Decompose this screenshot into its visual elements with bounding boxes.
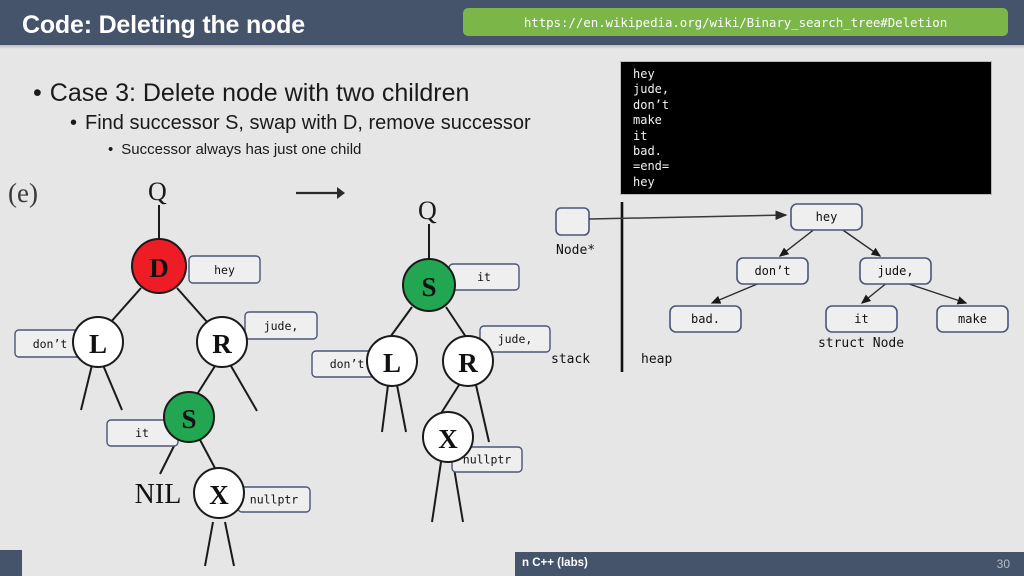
footer-page-number: 30 [996,557,1010,571]
bullet-level-1: • Case 3: Delete node with two children [33,79,469,108]
bullet-marker-icon: • [33,79,42,107]
tag-text: don’t [330,357,365,371]
heap-node-label: don’t [754,264,790,278]
pointer-arrow [588,210,788,221]
bullet-level-3: • Successor always has just one child [108,141,361,158]
tree-before-root-pointer-label: Q [148,177,167,206]
heap-node-make: make [936,305,1009,333]
tag-text: it [477,270,491,284]
bullet-level-3-text: Successor always has just one child [121,141,362,158]
tag-text: jude, [498,332,533,346]
node-label: D [149,253,169,283]
stack-label: stack [551,352,590,367]
bullet-marker-icon: • [70,112,78,134]
heap-node-bad: bad. [669,305,742,333]
header-shadow [0,45,1024,49]
terminal-line: bad. [633,144,662,159]
tree-after-tag-jude: jude, [479,325,551,353]
pointer-type-label: Node* [556,243,595,258]
tag-text: jude, [264,319,299,333]
tag-text: it [135,426,149,440]
tree-before-tag-nullptr: nullptr [237,486,311,513]
heap-node-jude: jude, [859,257,932,285]
heap-node-label: bad. [691,312,720,326]
tree-before-node-L: L [72,316,124,368]
footer-left-accent [0,550,22,576]
tree-before-node-D: D [131,238,187,294]
tree-after-root-pointer-label: Q [418,196,437,225]
tree-before-tag-dont: don’t [14,329,86,358]
bullet-marker-icon: • [108,141,114,158]
tag-text: nullptr [250,493,299,507]
node-label: R [458,348,478,378]
heap-label: heap [641,352,672,367]
tree-before-node-R: R [196,316,248,368]
node-label: S [181,404,196,434]
tree-before-node-S: S [163,391,215,443]
step-label: (e) [8,178,38,208]
footer-course-label: n C++ (labs) [522,557,588,569]
heap-node-label: hey [816,210,838,224]
tree-before-tag-it: it [106,419,179,447]
stack-pointer-box [555,207,590,236]
terminal-line: it [633,128,648,143]
tree-after-tag-it: it [448,263,520,291]
node-label: R [212,329,232,359]
heap-node-hey: hey [790,203,863,231]
node-label: X [438,424,458,454]
tag-text: don’t [33,337,68,351]
memory-diagram: Node* stack heap hey don’t jude, bad. it… [551,202,1009,372]
tree-before-tag-jude: jude, [244,311,318,340]
tree-after-tag-dont: don’t [311,350,383,378]
tree-before-node-X: X [193,467,245,519]
tree-after-node-R: R [442,335,494,387]
terminal-output-panel: hey jude, don’t make it bad. =end= hey [620,61,992,195]
node-label: S [421,272,436,302]
terminal-line: jude, [633,82,670,97]
footer-bar: n C++ (labs) 30 [515,552,1024,576]
heap-node-label: it [854,312,868,326]
terminal-line: hey [633,174,655,189]
struct-node-label: struct Node [818,336,904,351]
heap-node-dont: don’t [736,257,809,285]
tag-text: nullptr [463,453,512,467]
heap-node-label: jude, [877,264,913,278]
bullet-level-1-text: Case 3: Delete node with two children [49,79,470,107]
node-label: X [209,480,229,510]
heap-node-label: make [958,312,987,326]
node-label: L [89,329,107,359]
reference-url-text: https://en.wikipedia.org/wiki/Binary_sea… [523,14,948,30]
bullet-level-2: • Find successor S, swap with D, remove s… [70,112,531,135]
slide-header: Code: Deleting the node https://en.wikip… [0,0,1024,45]
tree-after-node-L: L [366,335,418,387]
tree-after-node-X: X [422,411,474,463]
reference-url-badge[interactable]: https://en.wikipedia.org/wiki/Binary_sea… [463,8,1008,36]
page-title: Code: Deleting the node [22,11,305,39]
terminal-line: =end= [633,159,670,174]
transition-arrow-icon [296,187,345,199]
terminal-line: don’t [633,97,670,112]
heap-node-it: it [825,305,898,333]
tree-after-node-S: S [402,258,456,312]
node-label: L [383,348,401,378]
tree-before: Q hey don’t jude, it nullptr D L R S NIL… [14,177,318,567]
bullet-level-2-text: Find successor S, swap with D, remove su… [85,112,531,134]
tree-after: Q it don’t jude, nullptr S L R X [311,196,551,523]
tag-text: hey [214,263,235,277]
tree-before-tag-hey: hey [188,255,261,284]
tree-after-tag-nullptr: nullptr [451,446,523,473]
terminal-line: make [633,113,662,128]
slide-canvas: Code: Deleting the node https://en.wikip… [0,0,1024,576]
terminal-line: hey [633,67,655,81]
tree-before-node-NIL: NIL [135,479,182,510]
